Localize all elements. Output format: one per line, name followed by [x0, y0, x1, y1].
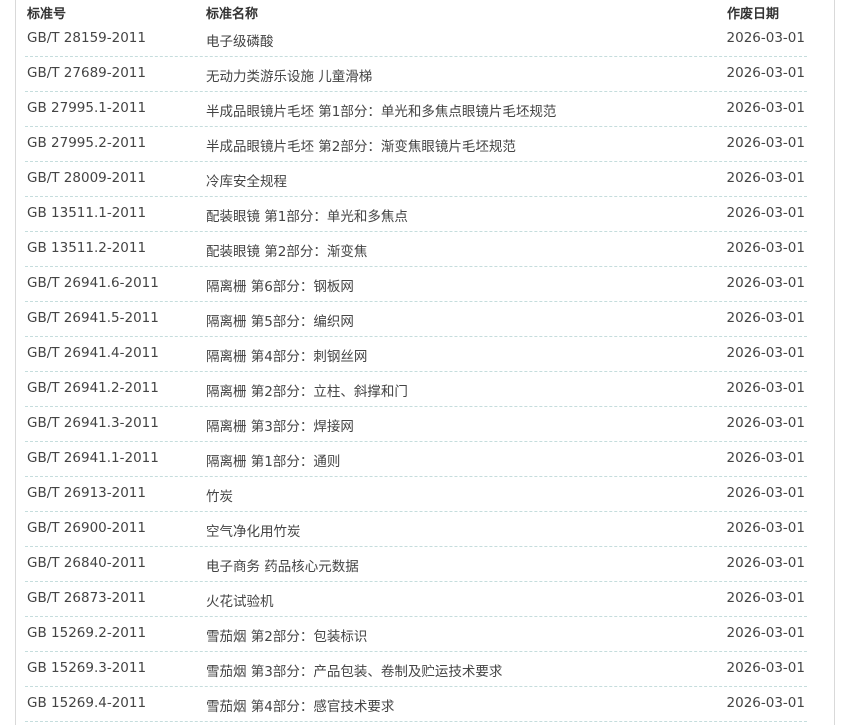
- standard-code: GB/T 26941.4-2011: [27, 345, 159, 361]
- table-row[interactable]: GB/T 26941.3-2011 隔离栅 第3部分：焊接网 2026-03-01: [25, 407, 807, 442]
- standard-code: GB/T 26941.6-2011: [27, 275, 159, 291]
- standard-code: GB/T 28009-2011: [27, 170, 146, 186]
- table-row[interactable]: GB 13511.1-2011 配装眼镜 第1部分：单光和多焦点 2026-03-0…: [25, 197, 807, 232]
- table-row[interactable]: GB/T 26941.4-2011 隔离栅 第4部分：刺钢丝网 2026-03-01: [25, 337, 807, 372]
- standard-name-link[interactable]: 冷库安全规程: [206, 170, 287, 190]
- standard-name-link[interactable]: 隔离栅 第1部分：通则: [206, 450, 340, 470]
- abolish-date: 2026-03-01: [726, 590, 805, 606]
- standard-name-link[interactable]: 半成品眼镜片毛坯 第2部分：渐变焦眼镜片毛坯规范: [206, 135, 516, 155]
- abolish-date: 2026-03-01: [726, 275, 805, 291]
- standard-code: GB 15269.4-2011: [27, 695, 147, 711]
- table-row[interactable]: GB 27995.2-2011 半成品眼镜片毛坯 第2部分：渐变焦眼镜片毛坯规范 2…: [25, 127, 807, 162]
- table-row[interactable]: GB/T 26941.1-2011 隔离栅 第1部分：通则 2026-03-01: [25, 442, 807, 477]
- abolish-date: 2026-03-01: [726, 240, 805, 256]
- standard-code: GB/T 26873-2011: [27, 590, 146, 606]
- table-body: GB/T 28159-2011 电子级磷酸 2026-03-01 GB/T 27689…: [25, 22, 807, 722]
- standard-code: GB/T 26900-2011: [27, 520, 146, 536]
- standard-name-link[interactable]: 电子级磷酸: [206, 30, 274, 50]
- abolish-date: 2026-03-01: [726, 205, 805, 221]
- standard-code: GB 15269.2-2011: [27, 625, 147, 641]
- standard-name-link[interactable]: 雪茄烟 第4部分：感官技术要求: [206, 695, 394, 715]
- standard-code: GB/T 26941.1-2011: [27, 450, 159, 466]
- abolish-date: 2026-03-01: [726, 450, 805, 466]
- table-row[interactable]: GB/T 26941.6-2011 隔离栅 第6部分：钢板网 2026-03-01: [25, 267, 807, 302]
- standard-code: GB/T 26941.3-2011: [27, 415, 159, 431]
- abolish-date: 2026-03-01: [726, 65, 805, 81]
- standard-code: GB 27995.1-2011: [27, 100, 147, 116]
- standard-name-link[interactable]: 无动力类游乐设施 儿童滑梯: [206, 65, 372, 85]
- standard-code: GB/T 26840-2011: [27, 555, 146, 571]
- standard-name-link[interactable]: 雪茄烟 第3部分：产品包装、卷制及贮运技术要求: [206, 660, 502, 680]
- standard-code: GB/T 26941.2-2011: [27, 380, 159, 396]
- abolish-date: 2026-03-01: [726, 415, 805, 431]
- abolish-date: 2026-03-01: [726, 695, 805, 711]
- standard-name-link[interactable]: 配装眼镜 第2部分：渐变焦: [206, 240, 367, 260]
- table-row[interactable]: GB/T 26900-2011 空气净化用竹炭 2026-03-01: [25, 512, 807, 547]
- standard-name-link[interactable]: 隔离栅 第3部分：焊接网: [206, 415, 354, 435]
- header-name: 标准名称: [206, 7, 259, 22]
- header-date: 作废日期: [727, 7, 780, 22]
- standards-table: 标准号 标准名称 作废日期 GB/T 28159-2011 电子级磷酸 2026-0…: [25, 0, 807, 722]
- table-row[interactable]: GB/T 26913-2011 竹炭 2026-03-01: [25, 477, 807, 512]
- table-row[interactable]: GB 15269.2-2011 雪茄烟 第2部分：包装标识 2026-03-01: [25, 617, 807, 652]
- table-row[interactable]: GB 27995.1-2011 半成品眼镜片毛坯 第1部分：单光和多焦点眼镜片毛坯…: [25, 92, 807, 127]
- table-row[interactable]: GB 13511.2-2011 配装眼镜 第2部分：渐变焦 2026-03-01: [25, 232, 807, 267]
- abolish-date: 2026-03-01: [726, 485, 805, 501]
- abolish-date: 2026-03-01: [726, 345, 805, 361]
- standard-name-link[interactable]: 隔离栅 第6部分：钢板网: [206, 275, 354, 295]
- standard-code: GB 27995.2-2011: [27, 135, 147, 151]
- table-row[interactable]: GB/T 28009-2011 冷库安全规程 2026-03-01: [25, 162, 807, 197]
- table-row[interactable]: GB 15269.4-2011 雪茄烟 第4部分：感官技术要求 2026-03-01: [25, 687, 807, 722]
- standard-name-link[interactable]: 隔离栅 第2部分：立柱、斜撑和门: [206, 380, 408, 400]
- standard-name-link[interactable]: 配装眼镜 第1部分：单光和多焦点: [206, 205, 408, 225]
- abolish-date: 2026-03-01: [726, 100, 805, 116]
- standard-name-link[interactable]: 隔离栅 第4部分：刺钢丝网: [206, 345, 367, 365]
- standard-code: GB/T 26913-2011: [27, 485, 146, 501]
- abolish-date: 2026-03-01: [726, 380, 805, 396]
- table-row[interactable]: GB/T 28159-2011 电子级磷酸 2026-03-01: [25, 22, 807, 57]
- standard-code: GB/T 27689-2011: [27, 65, 146, 81]
- abolish-date: 2026-03-01: [726, 625, 805, 641]
- standard-name-link[interactable]: 空气净化用竹炭: [206, 520, 301, 540]
- standard-code: GB 13511.1-2011: [27, 205, 147, 221]
- standard-code: GB/T 28159-2011: [27, 30, 146, 46]
- abolish-date: 2026-03-01: [726, 135, 805, 151]
- standard-name-link[interactable]: 半成品眼镜片毛坯 第1部分：单光和多焦点眼镜片毛坯规范: [206, 100, 556, 120]
- abolish-date: 2026-03-01: [726, 170, 805, 186]
- table-row[interactable]: GB/T 26941.5-2011 隔离栅 第5部分：编织网 2026-03-01: [25, 302, 807, 337]
- table-row[interactable]: GB/T 26941.2-2011 隔离栅 第2部分：立柱、斜撑和门 2026-03…: [25, 372, 807, 407]
- standard-code: GB/T 26941.5-2011: [27, 310, 159, 326]
- standard-code: GB 15269.3-2011: [27, 660, 147, 676]
- standard-name-link[interactable]: 电子商务 药品核心元数据: [206, 555, 359, 575]
- abolish-date: 2026-03-01: [726, 660, 805, 676]
- standard-code: GB 13511.2-2011: [27, 240, 147, 256]
- standard-name-link[interactable]: 竹炭: [206, 485, 233, 505]
- abolish-date: 2026-03-01: [726, 310, 805, 326]
- standard-name-link[interactable]: 雪茄烟 第2部分：包装标识: [206, 625, 367, 645]
- abolish-date: 2026-03-01: [726, 520, 805, 536]
- table-row[interactable]: GB/T 27689-2011 无动力类游乐设施 儿童滑梯 2026-03-01: [25, 57, 807, 92]
- table-row[interactable]: GB 15269.3-2011 雪茄烟 第3部分：产品包装、卷制及贮运技术要求 20…: [25, 652, 807, 687]
- standard-name-link[interactable]: 火花试验机: [206, 590, 274, 610]
- table-row[interactable]: GB/T 26840-2011 电子商务 药品核心元数据 2026-03-01: [25, 547, 807, 582]
- standard-name-link[interactable]: 隔离栅 第5部分：编织网: [206, 310, 354, 330]
- table-header: 标准号 标准名称 作废日期: [25, 0, 807, 22]
- table-row[interactable]: GB/T 26873-2011 火花试验机 2026-03-01: [25, 582, 807, 617]
- abolish-date: 2026-03-01: [726, 30, 805, 46]
- header-code: 标准号: [27, 7, 67, 22]
- abolish-date: 2026-03-01: [726, 555, 805, 571]
